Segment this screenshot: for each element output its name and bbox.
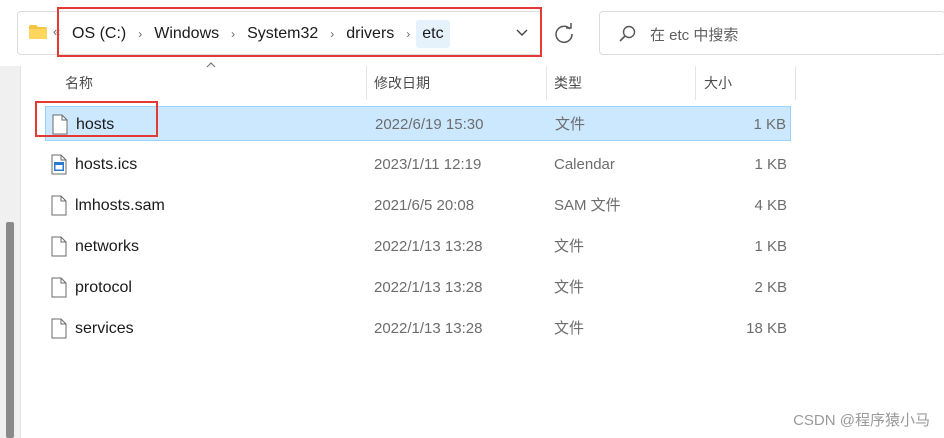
file-row-services[interactable]: services 2022/1/13 13:28 文件 18 KB: [45, 311, 791, 346]
file-row-networks[interactable]: networks 2022/1/13 13:28 文件 1 KB: [45, 229, 791, 264]
file-icon: [51, 318, 67, 339]
file-name: hosts.ics: [75, 156, 138, 173]
column-divider[interactable]: [795, 66, 796, 100]
pane-divider[interactable]: [20, 66, 21, 438]
file-type: SAM 文件: [554, 197, 621, 214]
file-size: 2 KB: [754, 279, 787, 296]
column-divider[interactable]: [366, 66, 367, 100]
file-type: 文件: [554, 279, 585, 296]
annotation-box-address: [57, 7, 542, 57]
file-row-protocol[interactable]: protocol 2022/1/13 13:28 文件 2 KB: [45, 270, 791, 305]
file-row-hosts-ics[interactable]: hosts.ics 2023/1/11 12:19 Calendar 1 KB: [45, 147, 791, 182]
annotation-box-hosts: [35, 101, 158, 137]
column-header-type[interactable]: 类型: [554, 66, 582, 100]
file-size: 1 KB: [753, 116, 786, 133]
file-icon: [51, 236, 67, 257]
file-size: 4 KB: [754, 197, 787, 214]
folder-icon: [29, 25, 47, 39]
file-name: services: [75, 320, 134, 337]
file-size: 18 KB: [746, 320, 787, 337]
calendar-file-icon: [51, 154, 67, 175]
file-type: 文件: [554, 238, 585, 255]
sort-ascending-icon: [206, 62, 216, 68]
search-box[interactable]: 在 etc 中搜索: [599, 11, 944, 55]
file-date: 2022/1/13 13:28: [374, 238, 483, 255]
file-date: 2022/1/13 13:28: [374, 320, 483, 337]
file-size: 1 KB: [754, 156, 787, 173]
file-type: 文件: [554, 320, 585, 337]
column-header-size[interactable]: 大小: [704, 66, 732, 100]
file-date: 2022/6/19 15:30: [375, 116, 484, 133]
file-date: 2022/1/13 13:28: [374, 279, 483, 296]
watermark: CSDN @程序猿小马: [793, 412, 930, 429]
file-icon: [51, 277, 67, 298]
file-size: 1 KB: [754, 238, 787, 255]
file-date: 2021/6/5 20:08: [374, 197, 475, 214]
file-type: Calendar: [554, 156, 615, 173]
column-header-date[interactable]: 修改日期: [374, 66, 430, 100]
search-placeholder[interactable]: 在 etc 中搜索: [650, 24, 738, 45]
nav-scrollbar-thumb[interactable]: [6, 222, 14, 438]
file-type: 文件: [555, 116, 586, 133]
file-icon: [51, 195, 67, 216]
column-divider[interactable]: [695, 66, 696, 100]
column-divider[interactable]: [546, 66, 547, 100]
file-name: lmhosts.sam: [75, 197, 165, 214]
refresh-icon[interactable]: [548, 18, 580, 50]
file-name: networks: [75, 238, 140, 255]
search-icon: [619, 25, 636, 42]
column-header-name[interactable]: 名称: [65, 66, 93, 100]
file-date: 2023/1/11 12:19: [374, 156, 482, 173]
file-row-lmhosts-sam[interactable]: lmhosts.sam 2021/6/5 20:08 SAM 文件 4 KB: [45, 188, 791, 223]
file-name: protocol: [75, 279, 132, 296]
